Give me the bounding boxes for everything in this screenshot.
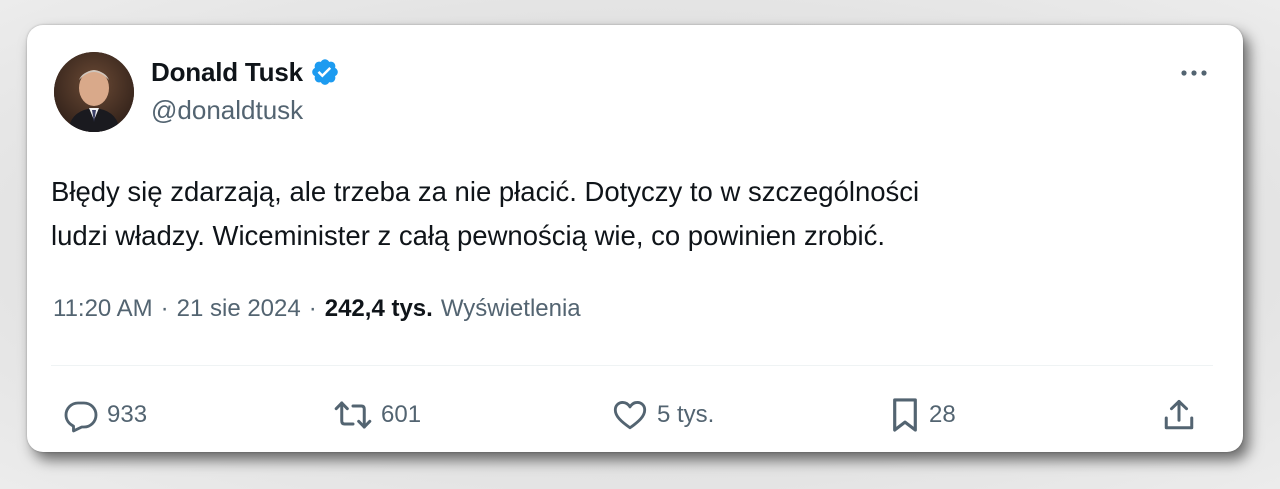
retweet-icon — [333, 397, 373, 433]
tweet-card: Donald Tusk @donaldtusk Błędy się zdarza… — [27, 25, 1243, 452]
views-count[interactable]: 242,4 tys. — [325, 295, 433, 323]
verified-badge-icon — [310, 57, 340, 87]
more-icon[interactable] — [1177, 63, 1211, 83]
bookmark-button[interactable]: 28 — [889, 397, 956, 433]
tweet-text-line-1: Błędy się zdarzają, ale trzeba za nie pł… — [51, 176, 920, 207]
views-label[interactable]: Wyświetlenia — [441, 295, 581, 323]
share-icon — [1161, 397, 1197, 433]
tweet-text: Błędy się zdarzają, ale trzeba za nie pł… — [51, 170, 1201, 258]
retweet-count: 601 — [381, 401, 422, 428]
meta-separator: · — [160, 295, 169, 322]
reply-icon — [63, 397, 99, 433]
author-handle[interactable]: @donaldtusk — [151, 95, 303, 126]
author-name-row[interactable]: Donald Tusk — [151, 55, 340, 89]
retweet-button[interactable]: 601 — [333, 397, 421, 433]
tweet-text-line-2: ludzi władzy. Wiceminister z całą pewnoś… — [51, 220, 885, 251]
reply-count: 933 — [107, 401, 148, 428]
meta-separator: · — [308, 295, 317, 322]
reply-button[interactable]: 933 — [63, 397, 147, 433]
tweet-time[interactable]: 11:20 AM — [53, 295, 153, 323]
author-name[interactable]: Donald Tusk — [151, 57, 303, 88]
bookmark-icon — [889, 396, 921, 434]
bookmark-count: 28 — [929, 401, 956, 428]
tweet-meta: 11:20 AM · 21 sie 2024 · 242,4 tys. Wyśw… — [53, 295, 581, 323]
tweet-date[interactable]: 21 sie 2024 — [177, 295, 301, 323]
like-button[interactable]: 5 tys. — [611, 397, 714, 433]
divider — [51, 365, 1213, 366]
like-count: 5 tys. — [657, 401, 715, 428]
share-button[interactable] — [1161, 397, 1197, 433]
avatar[interactable] — [54, 52, 134, 132]
heart-icon — [611, 397, 649, 433]
